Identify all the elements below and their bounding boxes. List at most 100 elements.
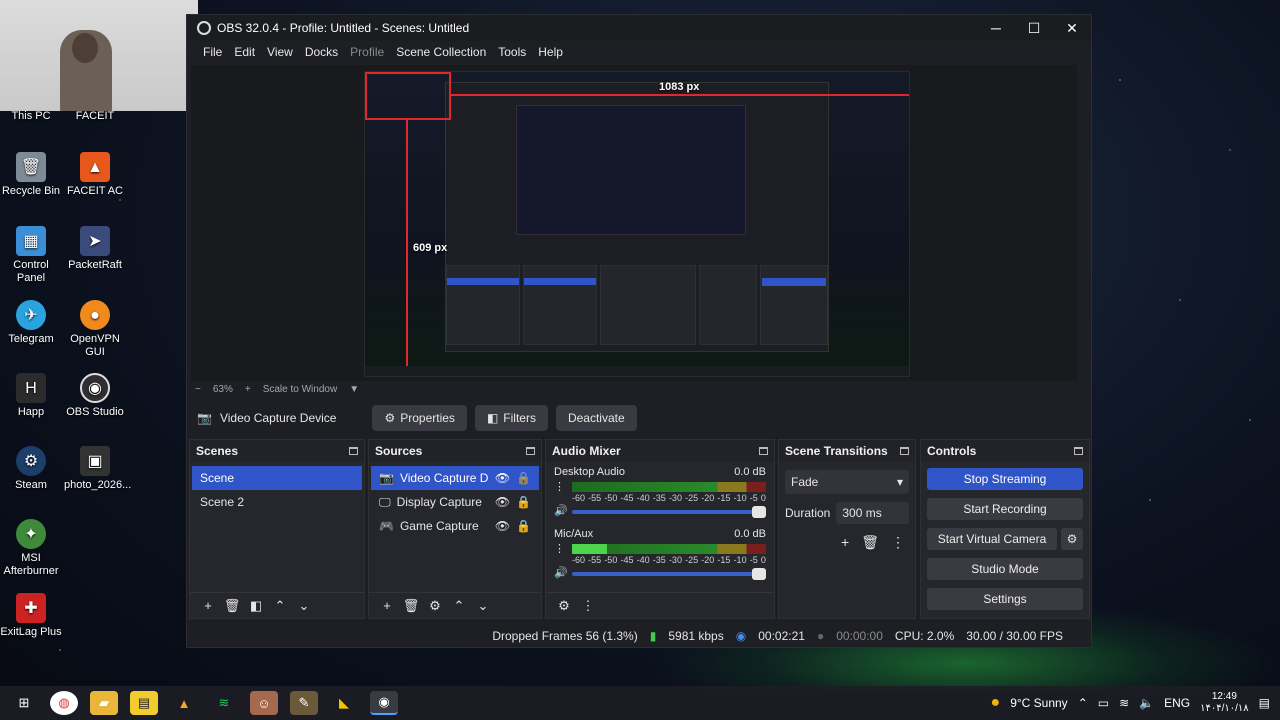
undock-icon[interactable] (526, 447, 535, 455)
lock-icon[interactable]: 🔒 (516, 495, 531, 509)
desktop-icon-msi-afterburner[interactable]: ✦ MSI Afterburner (0, 519, 62, 578)
zoom-out-button[interactable]: − (195, 384, 201, 395)
trash-icon[interactable]: 🗑 (220, 598, 244, 614)
desktop-icon-control-panel[interactable]: ▦ Control Panel (0, 226, 62, 285)
eye-icon[interactable]: 👁 (495, 495, 510, 509)
lock-icon[interactable]: 🔒 (516, 471, 531, 485)
file-explorer-icon[interactable]: ▰ (90, 691, 118, 715)
add-icon[interactable]: + (196, 598, 220, 613)
eye-icon[interactable]: 👁 (495, 471, 510, 485)
scale-mode-dropdown-icon[interactable]: ▼ (349, 384, 359, 395)
maximize-button[interactable]: ☐ (1015, 15, 1053, 41)
settings-button[interactable]: Settings (927, 588, 1083, 610)
close-button[interactable]: ✕ (1053, 15, 1091, 41)
stop-streaming-button[interactable]: Stop Streaming (927, 468, 1083, 490)
kebab-menu-icon[interactable]: ⋮ (554, 542, 565, 555)
desktop-icon-steam[interactable]: ⚙ Steam (0, 446, 62, 492)
weather-text[interactable]: 9°C Sunny (1010, 696, 1068, 710)
volume-icon[interactable]: 🔈 (1139, 696, 1154, 710)
lock-icon[interactable]: 🔒 (516, 519, 531, 533)
desktop-icon-exitlag[interactable]: ✚ ExitLag Plus (0, 593, 62, 639)
gear-icon[interactable]: ⚙ (423, 598, 447, 614)
printer-icon[interactable]: ▭ (1098, 696, 1109, 710)
move-up-icon[interactable]: ⌃ (268, 598, 292, 614)
gear-icon[interactable]: ⚙ (552, 598, 576, 614)
obs-taskbar-icon[interactable]: ◉ (370, 691, 398, 715)
desktop-icon-faceit-ac[interactable]: ▲ FACEIT AC (64, 152, 126, 198)
desktop-icon-this-pc[interactable]: This PC (0, 110, 62, 123)
warning-app-icon[interactable]: ▲ (170, 691, 198, 715)
filter-icon[interactable]: ◧ (244, 598, 268, 614)
desktop-icon-obs-studio[interactable]: ◉ OBS Studio (64, 373, 126, 419)
duration-spinbox[interactable]: 300 ms (836, 502, 909, 524)
razer-icon[interactable]: ≋ (210, 691, 238, 715)
desktop-icon-recycle-bin[interactable]: 🗑 Recycle Bin (0, 152, 62, 198)
speaker-icon[interactable]: 🔊 (554, 504, 568, 517)
menu-help[interactable]: Help (532, 45, 569, 59)
start-recording-button[interactable]: Start Recording (927, 498, 1083, 520)
app-icon-yellow[interactable]: ◣ (330, 691, 358, 715)
menu-file[interactable]: File (197, 45, 228, 59)
chrome-icon[interactable]: ◍ (50, 691, 78, 715)
desktop-icon-photo[interactable]: ▣ photo_2026... (64, 446, 131, 492)
volume-slider-knob[interactable] (752, 506, 766, 518)
desktop-icon-happ[interactable]: H Happ (0, 373, 62, 419)
avatar-app-icon[interactable]: ☺ (250, 691, 278, 715)
add-icon[interactable]: + (841, 534, 849, 551)
minimize-button[interactable]: ─ (977, 15, 1015, 41)
trash-icon[interactable]: 🗑 (861, 534, 879, 551)
menu-tools[interactable]: Tools (492, 45, 532, 59)
move-down-icon[interactable]: ⌄ (471, 598, 495, 614)
source-item-display-capture[interactable]: 🖵 Display Capture 👁 🔒 (371, 490, 539, 514)
filters-button[interactable]: ◧ Filters (474, 405, 548, 431)
move-down-icon[interactable]: ⌄ (292, 598, 316, 614)
preview-selected-source-box[interactable] (365, 72, 451, 120)
move-up-icon[interactable]: ⌃ (447, 598, 471, 614)
eye-icon[interactable]: 👁 (495, 519, 510, 533)
add-icon[interactable]: + (375, 598, 399, 613)
clock[interactable]: 12:49 ۱۴۰۴/۱۰/۱۸ (1200, 691, 1249, 715)
kebab-menu-icon[interactable]: ⋮ (891, 534, 905, 551)
menu-profile[interactable]: Profile (344, 45, 390, 59)
scene-item-scene-2[interactable]: Scene 2 (192, 490, 362, 514)
wifi-icon[interactable]: ≋ (1119, 696, 1129, 710)
notepad-icon[interactable]: ✎ (290, 691, 318, 715)
volume-slider-knob[interactable] (752, 568, 766, 580)
preview-canvas[interactable]: 1083 px 609 px (364, 71, 910, 377)
menu-scene-collection[interactable]: Scene Collection (390, 45, 492, 59)
transition-select[interactable]: Fade ▾ (785, 470, 909, 494)
sticky-notes-icon[interactable]: ▤ (130, 691, 158, 715)
desktop-icon-openvpn[interactable]: ● OpenVPN GUI (64, 300, 126, 359)
desktop-icon-faceit[interactable]: FACEIT (64, 110, 126, 123)
desktop-icon-packetraft[interactable]: ➤ PacketRaft (64, 226, 126, 272)
windows-start-icon[interactable]: ⊞ (10, 691, 38, 715)
language-indicator[interactable]: ENG (1164, 696, 1190, 710)
undock-icon[interactable] (759, 447, 768, 455)
deactivate-button[interactable]: Deactivate (555, 405, 637, 431)
trash-icon[interactable]: 🗑 (399, 598, 423, 614)
desktop-icon-telegram[interactable]: ✈ Telegram (0, 300, 62, 346)
menu-edit[interactable]: Edit (228, 45, 261, 59)
virtual-camera-settings-gear-icon[interactable]: ⚙ (1061, 528, 1083, 550)
source-item-game-capture[interactable]: 🎮 Game Capture 👁 🔒 (371, 514, 539, 538)
menu-docks[interactable]: Docks (299, 45, 344, 59)
studio-mode-button[interactable]: Studio Mode (927, 558, 1083, 580)
window-title: OBS 32.0.4 - Profile: Untitled - Scenes:… (217, 21, 470, 35)
kebab-menu-icon[interactable]: ⋮ (554, 480, 565, 493)
notifications-icon[interactable]: ▤ (1259, 696, 1270, 710)
volume-slider[interactable] (572, 506, 766, 518)
kebab-menu-icon[interactable]: ⋮ (576, 598, 600, 614)
chevron-up-icon[interactable]: ⌃ (1078, 696, 1088, 710)
undock-icon[interactable] (349, 447, 358, 455)
properties-button[interactable]: ⚙ Properties (372, 405, 467, 431)
volume-slider[interactable] (572, 568, 766, 580)
speaker-icon[interactable]: 🔊 (554, 566, 568, 579)
zoom-in-button[interactable]: + (245, 384, 251, 395)
scene-item-scene[interactable]: Scene (192, 466, 362, 490)
source-item-video-capture[interactable]: 📷 Video Capture Devic 👁 🔒 (371, 466, 539, 490)
undock-icon[interactable] (900, 447, 909, 455)
menu-view[interactable]: View (261, 45, 299, 59)
preview-area[interactable]: 1083 px 609 px (191, 65, 1077, 381)
start-virtual-camera-button[interactable]: Start Virtual Camera (927, 528, 1057, 550)
undock-icon[interactable] (1074, 447, 1083, 455)
